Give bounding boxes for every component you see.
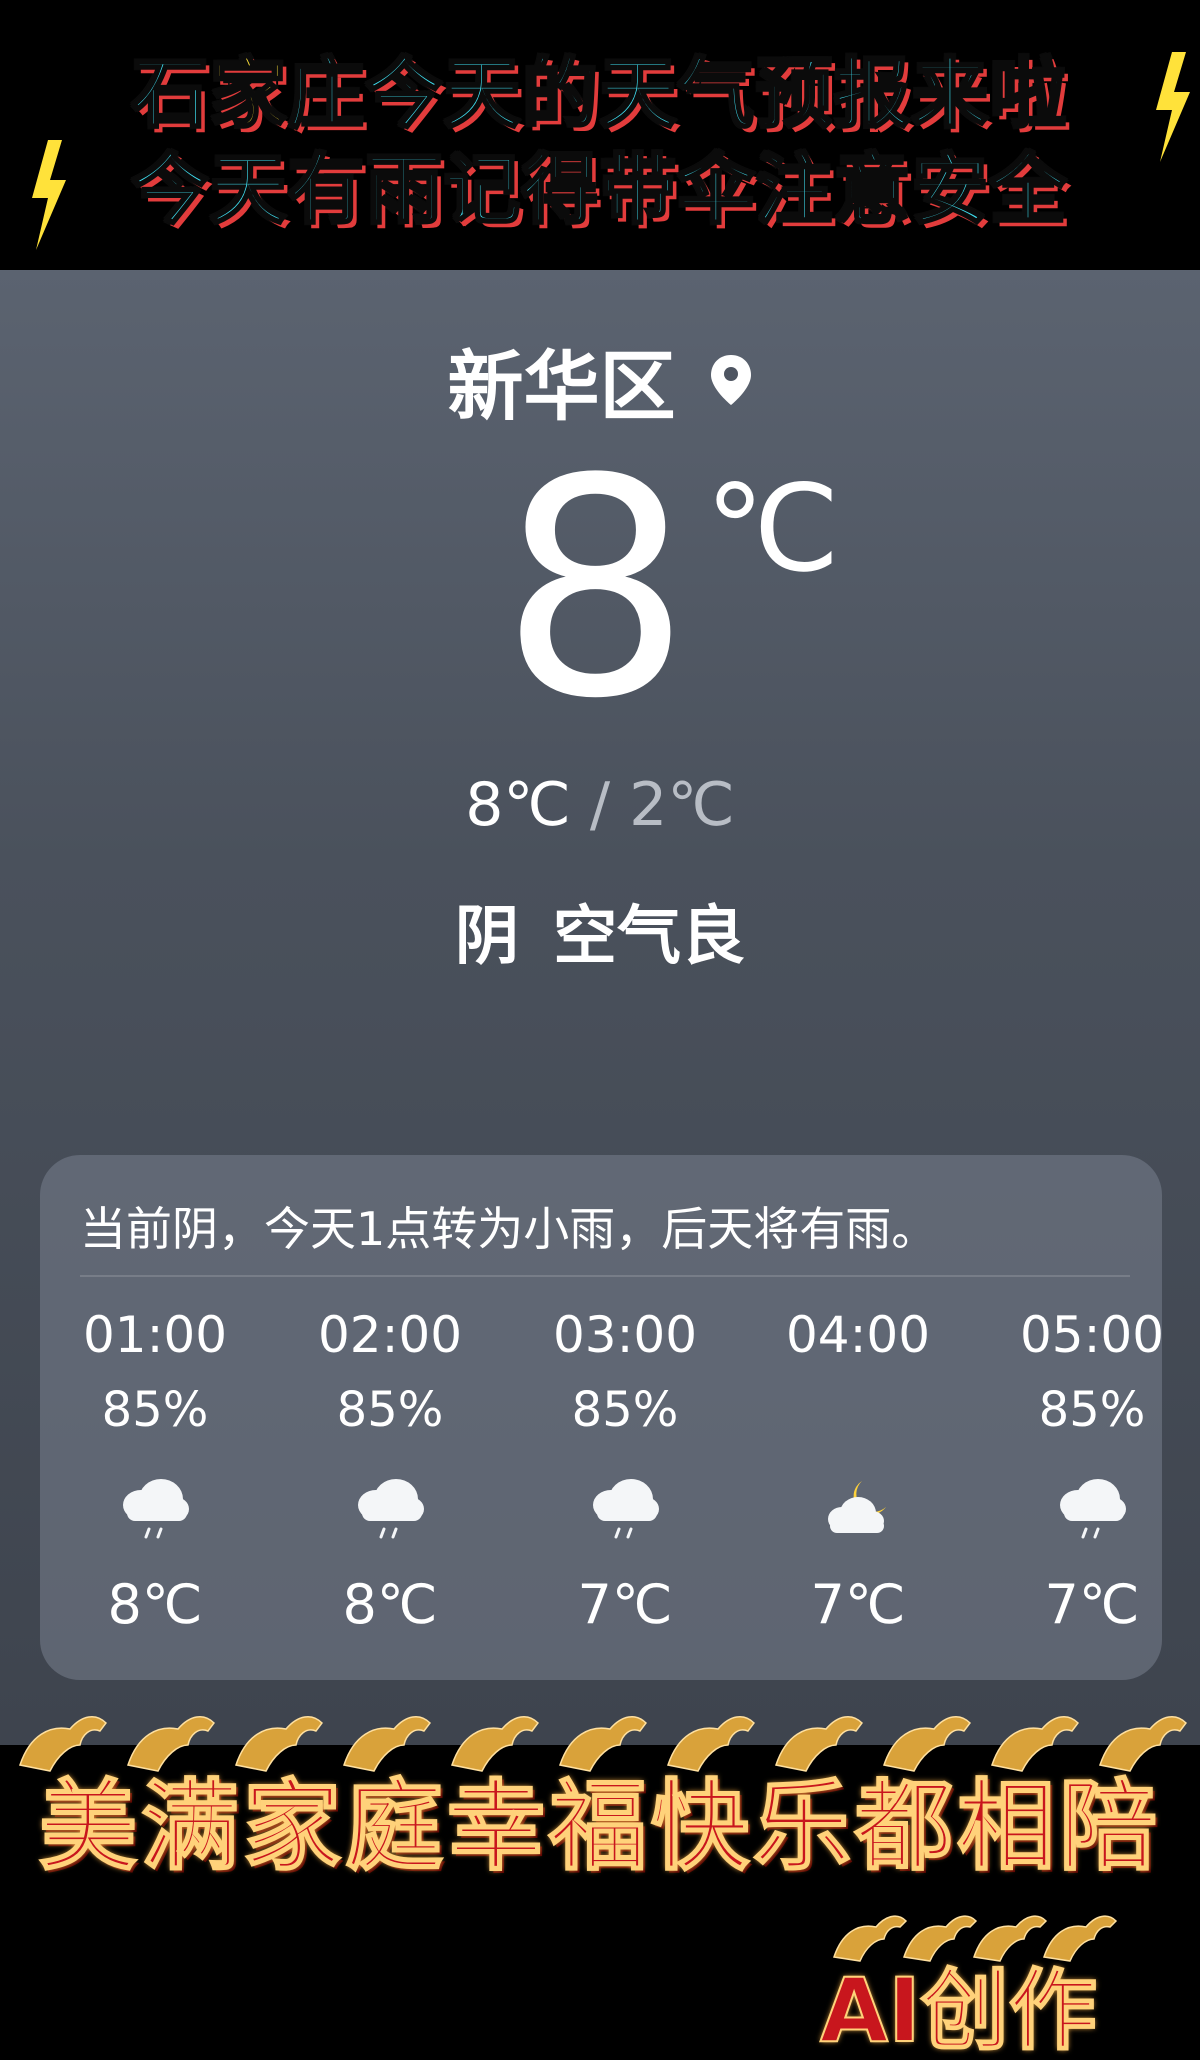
light-rain-icon [525,1445,725,1575]
hour-temperature: 8℃ [107,1573,203,1636]
ai-creation-signature: AI创作 [819,1958,1098,2060]
hour-time: 03:00 [552,1306,698,1364]
forecast-summary: 当前阴，今天1点转为小雨，后天将有雨。 [80,1202,938,1256]
hourly-forecast-item[interactable]: 03:00 85% 7℃ [525,1295,725,1635]
top-banner: 石家庄今天的天气预报来啦 今天有雨记得带伞注意安全 [0,0,1200,270]
banner-headline-highlight: 家 [209,48,288,140]
banner-subheadline: 今天有雨记得带伞注意安全 [131,144,1068,236]
hour-temperature: 7℃ [577,1573,673,1636]
hour-temperature: 7℃ [1044,1573,1140,1636]
high-low-temperature: 8℃ / 2℃ [0,770,1200,840]
partly-cloudy-night-icon [758,1445,958,1575]
light-rain-icon [290,1445,490,1575]
weather-screen: 新华区 8 ℃ 8℃ / 2℃ 阴空气良 当前阴，今天1点转为小雨，后天将有雨。… [0,270,1200,1745]
hourly-forecast-item[interactable]: 04:00 7℃ [758,1295,958,1635]
temperature-unit: ℃ [705,460,840,599]
hourly-forecast-item[interactable]: 05:00 85% 7℃ [992,1295,1162,1635]
weather-condition: 阴 [455,900,519,974]
precipitation-probability: 85% [571,1382,679,1438]
banner-headline-rest: 庄今天的天气预报来啦 [287,48,1068,140]
high-low-separator: / [570,770,630,840]
hour-time: 05:00 [1019,1306,1162,1364]
hourly-forecast-card[interactable]: 当前阴，今天1点转为小雨，后天将有雨。 01:00 85% 8℃ 02:00 8… [40,1155,1162,1680]
condition-row: 阴空气良 [0,885,1200,977]
hour-time: 04:00 [785,1306,931,1364]
banner-headline: 石家庄今天的天气预报来啦 [0,32,1200,142]
hour-temperature: 7℃ [810,1573,906,1636]
precipitation-probability [758,1375,958,1445]
precipitation-probability: 85% [336,1382,444,1438]
low-temperature: 2℃ [629,770,735,840]
hourly-forecast-item[interactable]: 02:00 85% 8℃ [290,1295,490,1635]
light-rain-icon [55,1445,255,1575]
precipitation-probability: 85% [1038,1382,1146,1438]
hour-time: 01:00 [82,1306,228,1364]
divider [80,1275,1130,1277]
bottom-slogan: 美满家庭幸福快乐都相陪 [38,1769,1161,1885]
hour-temperature: 8℃ [342,1573,438,1636]
hour-time: 02:00 [317,1306,463,1364]
current-temperature: 8 [500,415,691,764]
precipitation-probability: 85% [101,1382,209,1438]
air-quality[interactable]: 空气良 [553,900,745,974]
hourly-forecast-item[interactable]: 01:00 85% 8℃ [55,1295,255,1635]
high-temperature: 8℃ [465,770,571,840]
bottom-banner: 美满家庭幸福快乐都相陪 AI创作 [0,1716,1200,2060]
light-rain-icon [992,1445,1162,1575]
location-pin-icon[interactable] [709,353,753,407]
banner-headline-start: 石 [131,48,210,140]
